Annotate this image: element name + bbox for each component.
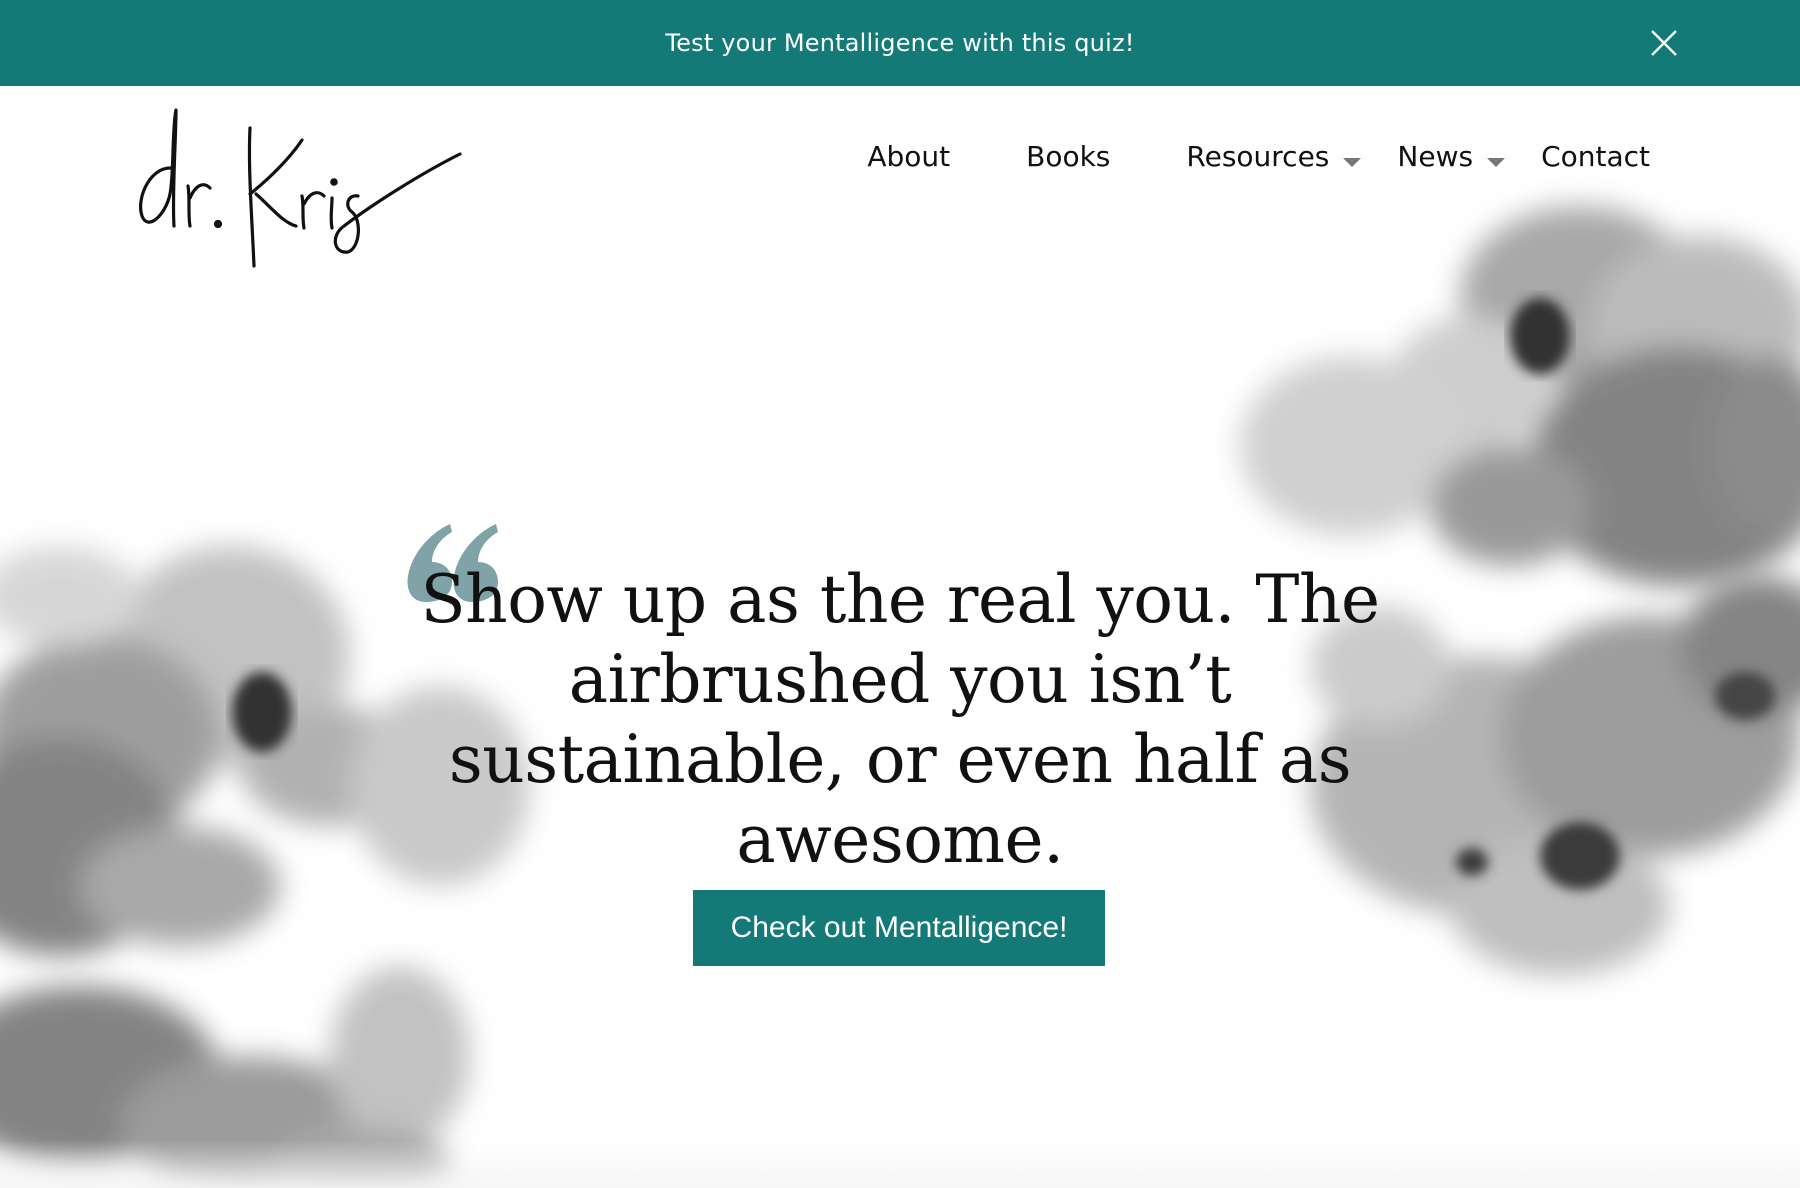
nav-contact[interactable]: Contact <box>1541 140 1650 173</box>
chevron-down-icon <box>1343 157 1362 167</box>
hero-quote: Show up as the real you. The airbrushed … <box>420 561 1380 878</box>
nav-resources[interactable]: Resources <box>1186 140 1362 173</box>
nav-books-label: Books <box>1026 140 1111 173</box>
quiz-link[interactable]: Test your Mentalligence with this quiz! <box>665 29 1134 57</box>
close-icon[interactable] <box>1648 27 1680 59</box>
dr-kris-logo[interactable] <box>130 98 470 288</box>
site-header: About Books Resources News Contact <box>0 86 1800 286</box>
nav-about[interactable]: About <box>867 140 950 173</box>
nav-about-label: About <box>867 140 951 173</box>
main-nav: About Books Resources News Contact <box>791 140 1650 173</box>
bottom-fade <box>0 1140 1800 1188</box>
nav-books[interactable]: Books <box>1026 140 1110 173</box>
nav-news-label: News <box>1397 140 1474 173</box>
nav-resources-label: Resources <box>1186 140 1330 173</box>
nav-contact-label: Contact <box>1541 140 1650 173</box>
nav-news[interactable]: News <box>1397 140 1506 173</box>
announcement-bar: Test your Mentalligence with this quiz! <box>0 0 1800 86</box>
chevron-down-icon <box>1487 157 1506 167</box>
mentalligence-cta-button[interactable]: Check out Mentalligence! <box>693 890 1105 966</box>
